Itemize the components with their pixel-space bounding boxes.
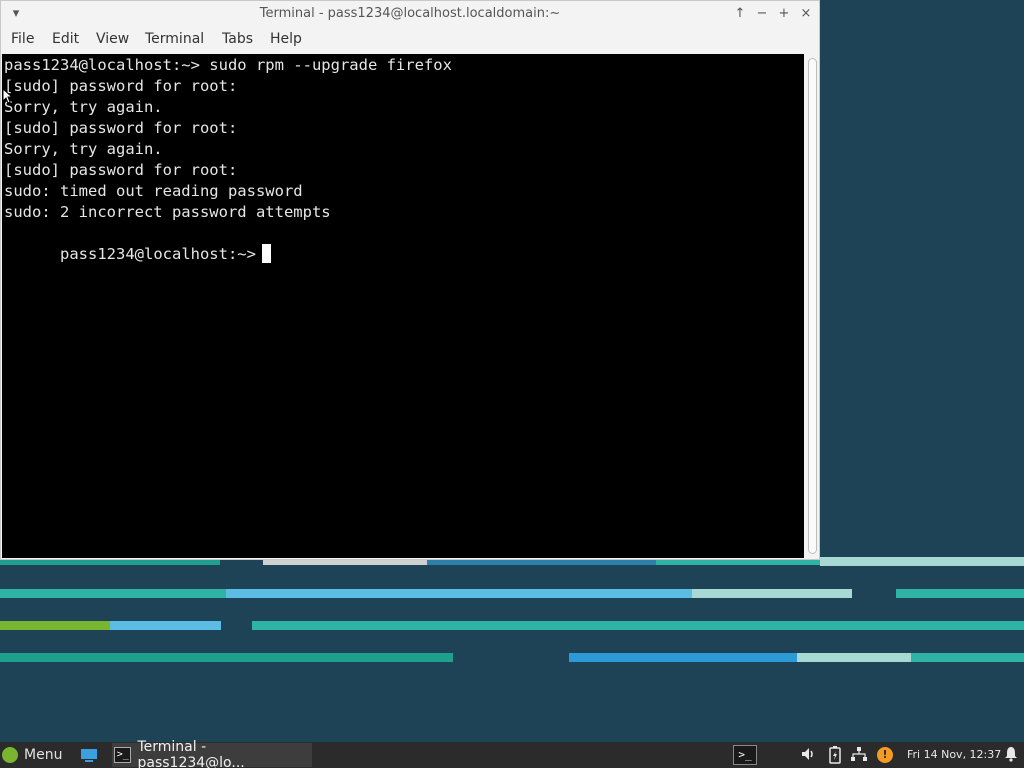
minimize-button[interactable]: − <box>753 5 771 23</box>
start-menu-button[interactable]: Menu <box>2 745 62 765</box>
update-shield-icon[interactable]: ! <box>877 747 893 763</box>
terminal-line: sudo: 2 incorrect password attempts <box>4 203 331 221</box>
menu-view[interactable]: View <box>96 31 129 47</box>
volume-icon[interactable] <box>799 746 817 766</box>
taskbar-item-terminal[interactable]: >_ Terminal - pass1234@lo... <box>112 739 312 768</box>
close-button[interactable]: × <box>797 5 815 23</box>
notification-bell-icon[interactable] <box>1002 746 1020 766</box>
bottom-panel: Menu >_ Terminal - pass1234@lo... >_ ! F… <box>0 739 1024 768</box>
terminal-icon: >_ <box>114 747 132 763</box>
tray-terminal-icon[interactable]: >_ <box>733 745 757 765</box>
clock[interactable]: Fri 14 Nov, 12:37 <box>907 748 1001 761</box>
terminal-line: [sudo] password for root: <box>4 119 238 137</box>
menu-file[interactable]: File <box>11 31 34 47</box>
terminal-output[interactable]: pass1234@localhost:~> sudo rpm --upgrade… <box>2 54 804 558</box>
terminal-line: pass1234@localhost:~> sudo rpm --upgrade… <box>4 56 452 74</box>
window-title: Terminal - pass1234@localhost.localdomai… <box>259 6 561 21</box>
terminal-line: Sorry, try again. <box>4 98 163 116</box>
scroll-thumb[interactable] <box>808 58 817 554</box>
menubar: File Edit View Terminal Tabs Help <box>1 27 819 53</box>
terminal-line: sudo: timed out reading password <box>4 182 303 200</box>
taskbar-item-label: Terminal - pass1234@lo... <box>137 739 245 768</box>
show-desktop-icon[interactable] <box>80 746 98 764</box>
battery-icon[interactable] <box>826 746 844 768</box>
menu-terminal[interactable]: Terminal <box>145 31 204 47</box>
terminal-line: [sudo] password for root: <box>4 77 238 95</box>
terminal-scrollbar[interactable] <box>805 54 819 558</box>
start-menu-label: Menu <box>24 747 63 763</box>
network-icon[interactable] <box>850 746 868 766</box>
terminal-prompt: pass1234@localhost:~> <box>60 245 256 263</box>
menu-tabs[interactable]: Tabs <box>222 31 253 47</box>
maximize-button[interactable]: + <box>775 5 793 23</box>
terminal-window[interactable]: ▾ Terminal - pass1234@localhost.localdom… <box>0 0 820 560</box>
text-cursor <box>261 244 271 263</box>
mouse-pointer-icon <box>2 87 14 108</box>
terminal-line: [sudo] password for root: <box>4 161 238 179</box>
menu-edit[interactable]: Edit <box>52 31 79 47</box>
window-titlebar[interactable]: ▾ Terminal - pass1234@localhost.localdom… <box>1 1 819 27</box>
raise-icon[interactable]: ↑ <box>731 5 749 23</box>
terminal-line: Sorry, try again. <box>4 140 163 158</box>
terminal-prompt-line: pass1234@localhost:~> <box>4 223 271 263</box>
mint-logo-icon <box>2 747 18 763</box>
menu-help[interactable]: Help <box>270 31 302 47</box>
